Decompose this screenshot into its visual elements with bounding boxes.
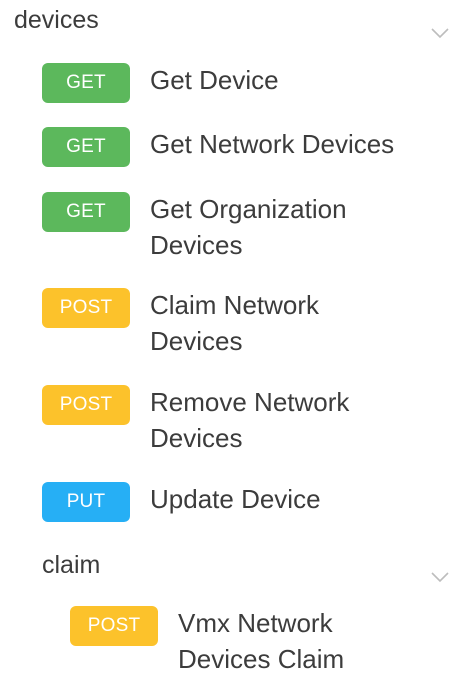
endpoint-label: Remove Network Devices: [150, 387, 350, 453]
endpoint-update-device[interactable]: PUT Update Device: [42, 482, 440, 522]
method-badge-post: POST: [70, 606, 158, 646]
endpoint-label: Vmx Network Devices Claim: [178, 608, 345, 674]
endpoint-vmx-network-devices-claim[interactable]: POST Vmx Network Devices Claim: [70, 606, 408, 677]
method-badge-post: POST: [42, 385, 130, 425]
endpoint-get-network-devices[interactable]: GET Get Network Devices: [42, 127, 450, 167]
method-badge-get: GET: [42, 127, 130, 167]
method-badge-get: GET: [42, 63, 130, 103]
section-header-claim[interactable]: claim: [42, 548, 454, 582]
endpoint-label: Get Network Devices: [150, 129, 395, 159]
method-badge-put: PUT: [42, 482, 130, 522]
endpoint-label: Update Device: [150, 484, 321, 514]
section-title: devices: [14, 5, 99, 34]
endpoint-remove-network-devices[interactable]: POST Remove Network Devices: [42, 385, 400, 456]
section-header-devices[interactable]: devices: [14, 3, 454, 37]
endpoint-label: Get Organization Devices: [150, 194, 347, 260]
endpoint-claim-network-devices[interactable]: POST Claim Network Devices: [42, 288, 380, 359]
endpoint-label: Claim Network Devices: [150, 290, 320, 356]
endpoint-get-organization-devices[interactable]: GET Get Organization Devices: [42, 192, 400, 263]
method-badge-post: POST: [42, 288, 130, 328]
chevron-down-icon[interactable]: [430, 571, 450, 583]
chevron-down-icon[interactable]: [430, 27, 450, 39]
method-badge-get: GET: [42, 192, 130, 232]
endpoint-get-device[interactable]: GET Get Device: [42, 63, 440, 103]
section-title: claim: [42, 550, 101, 579]
endpoint-label: Get Device: [150, 65, 279, 95]
